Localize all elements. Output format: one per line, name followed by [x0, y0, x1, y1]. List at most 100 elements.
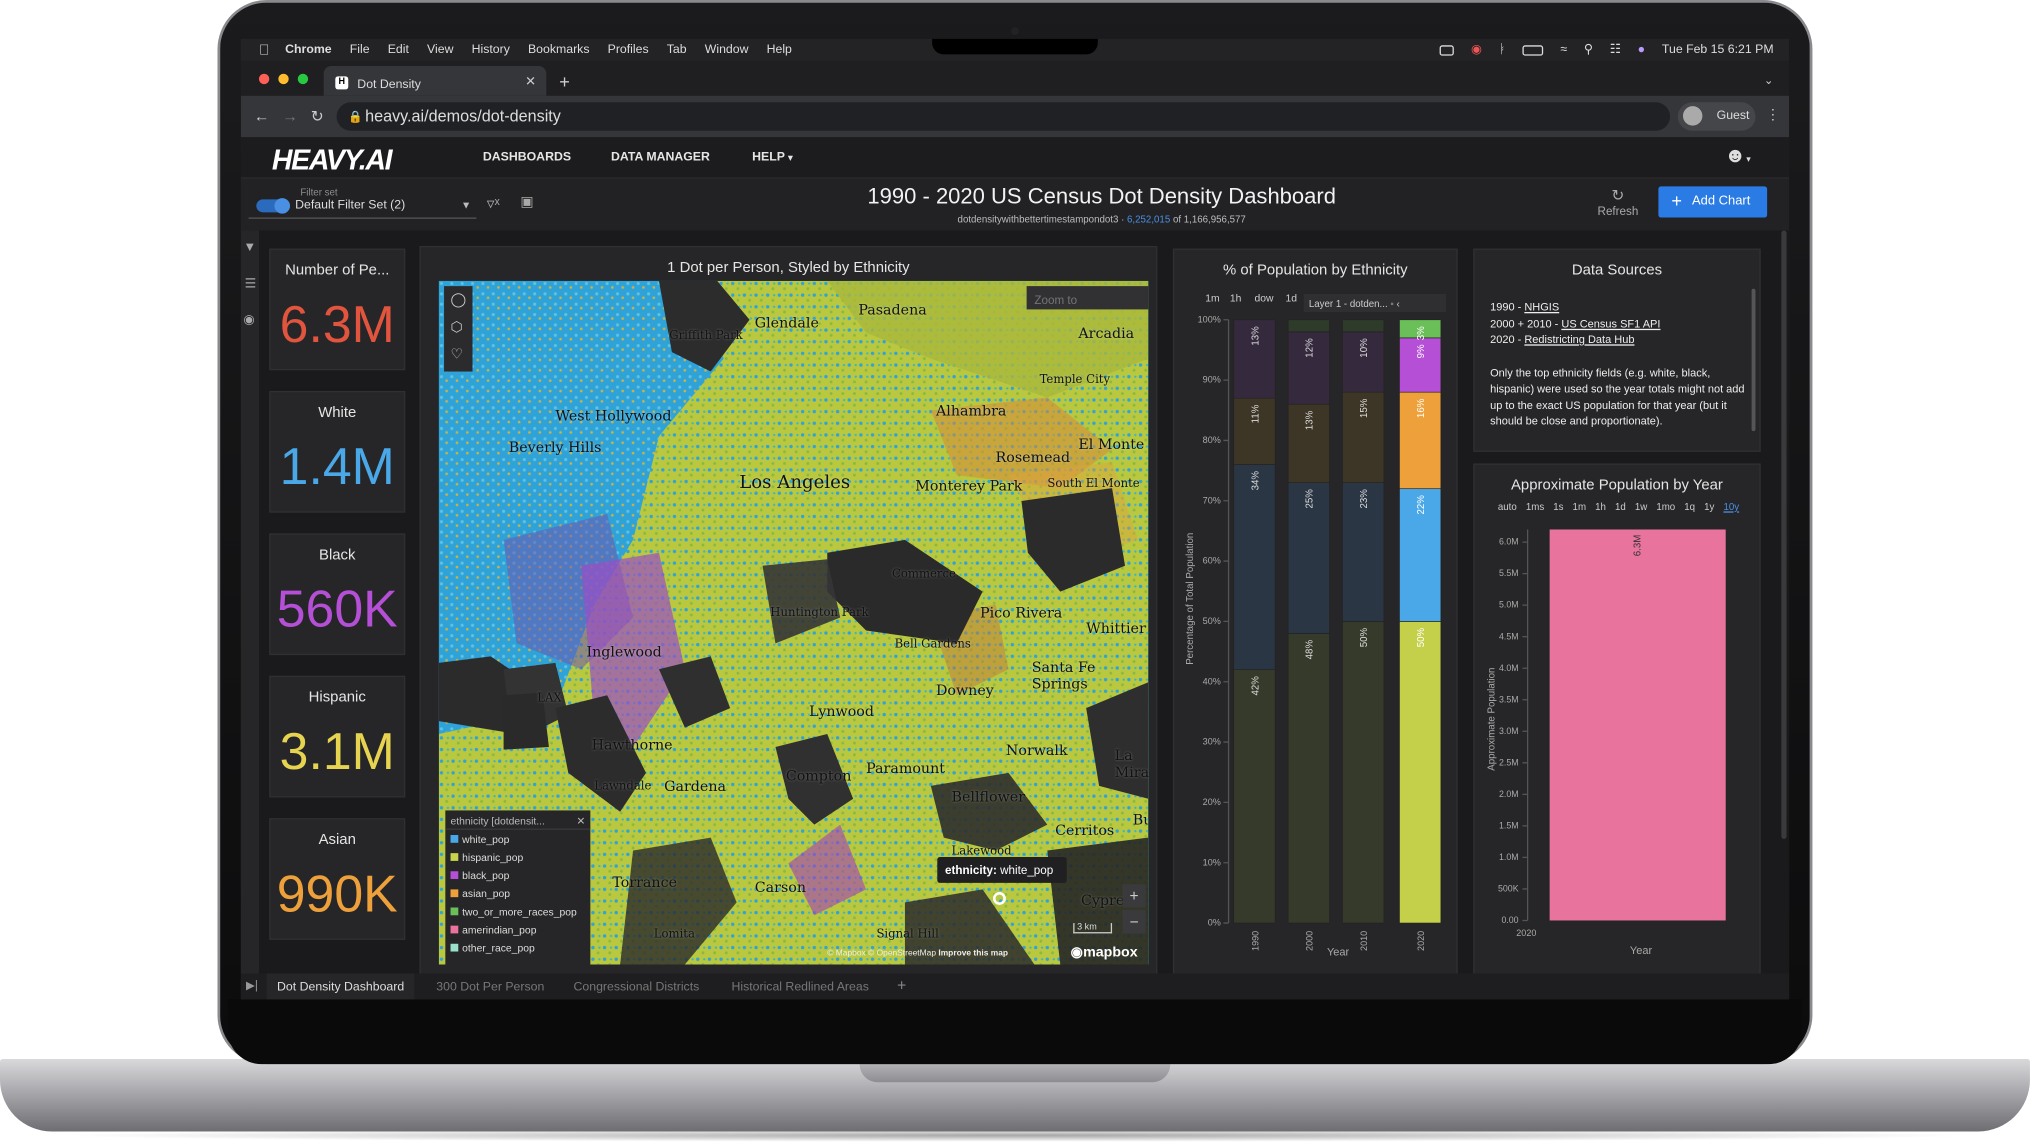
- menu-app-name[interactable]: Chrome: [285, 43, 331, 57]
- legend-item[interactable]: hispanic_pop: [445, 848, 590, 866]
- time-interval-button[interactable]: dow: [1254, 293, 1273, 305]
- nav-dashboards[interactable]: DASHBOARDS: [483, 150, 571, 164]
- bluetooth-icon[interactable]: ᛓ: [1499, 43, 1506, 57]
- maximize-window-button[interactable]: [297, 73, 309, 85]
- map-legend[interactable]: ethnicity [dotdensit... ✕ white_pop hispan…: [445, 810, 591, 965]
- nhgis-link[interactable]: NHGIS: [1524, 300, 1559, 313]
- filter-set-toggle[interactable]: [256, 198, 290, 214]
- time-interval-button[interactable]: 1h: [1230, 293, 1242, 305]
- tab-search-chevron-icon[interactable]: ⌄: [1764, 74, 1774, 88]
- clock[interactable]: Tue Feb 15 6:21 PM: [1662, 43, 1774, 57]
- scrollbar[interactable]: [1751, 288, 1756, 432]
- menu-bookmarks[interactable]: Bookmarks: [528, 43, 590, 57]
- bar-segment[interactable]: [1399, 621, 1442, 924]
- kpi-white[interactable]: White 1.4M: [269, 390, 406, 513]
- legend-item[interactable]: asian_pop: [445, 884, 590, 902]
- page-scrollbar[interactable]: [1781, 230, 1787, 839]
- filter-set-dropdown[interactable]: Filter set Default Filter Set (2) ▼: [248, 186, 477, 219]
- reload-icon[interactable]: ↻: [311, 107, 324, 125]
- palette-icon[interactable]: ◉: [243, 313, 254, 327]
- back-icon[interactable]: ←: [254, 107, 270, 125]
- bar-segment[interactable]: [1342, 319, 1385, 333]
- heavyai-logo[interactable]: HEAVY.AI: [272, 144, 393, 178]
- pin-icon[interactable]: ▪: [1390, 298, 1393, 310]
- time-interval-button[interactable]: 10y: [1723, 501, 1739, 513]
- control-center-icon[interactable]: ☷: [1610, 43, 1621, 57]
- address-bar[interactable]: 🔒 heavy.ai/demos/dot-density: [336, 102, 1671, 131]
- population-bar[interactable]: [1549, 529, 1726, 921]
- time-interval-button[interactable]: 1mo: [1656, 501, 1675, 513]
- menu-help[interactable]: Help: [767, 43, 792, 57]
- menu-history[interactable]: History: [472, 43, 510, 57]
- apple-icon[interactable]: : [259, 42, 270, 58]
- legend-item[interactable]: white_pop: [445, 830, 590, 848]
- close-legend-icon[interactable]: ✕: [576, 816, 585, 828]
- tab-dot-density-dashboard[interactable]: Dot Density Dashboard: [266, 973, 415, 1000]
- battery-icon[interactable]: [1522, 44, 1544, 56]
- minimize-window-button[interactable]: [278, 73, 289, 85]
- browser-menu-icon[interactable]: ⋮: [1766, 106, 1780, 123]
- tab-congressional-districts[interactable]: Congressional Districts: [563, 974, 709, 1000]
- refresh-button[interactable]: ↻ Refresh: [1598, 186, 1639, 217]
- time-interval-button[interactable]: 1d: [1615, 501, 1626, 513]
- screen-record-icon[interactable]: [1439, 44, 1455, 56]
- zoom-in-button[interactable]: +: [1122, 884, 1146, 908]
- user-menu-icon[interactable]: ☻▾: [1724, 145, 1750, 168]
- bar-segment[interactable]: [1233, 464, 1276, 670]
- wifi-icon[interactable]: ≈: [1560, 43, 1567, 57]
- add-tab-icon[interactable]: +: [897, 976, 906, 994]
- kpi-black[interactable]: Black 560K: [269, 533, 406, 656]
- new-tab-icon[interactable]: +: [559, 71, 570, 92]
- nav-help[interactable]: HELP ▾: [752, 150, 793, 164]
- add-chart-button[interactable]: + Add Chart: [1658, 186, 1768, 218]
- bar-segment[interactable]: [1287, 633, 1330, 924]
- collapse-sidebar-icon[interactable]: ▶|: [246, 979, 258, 993]
- bar-segment[interactable]: [1342, 621, 1385, 924]
- collapse-icon[interactable]: ‹: [1397, 298, 1400, 310]
- circle-select-icon[interactable]: ◯: [451, 291, 467, 309]
- profile-button[interactable]: Guest: [1677, 102, 1756, 131]
- clear-filter-icon[interactable]: ▿ˣ: [487, 194, 500, 212]
- dot-density-map[interactable]: Glendale Pasadena Griffith Park Arcadia Temp…: [438, 280, 1149, 965]
- dashboard-title[interactable]: 1990 - 2020 US Census Dot Density Dashbo…: [797, 184, 1405, 210]
- close-tab-icon[interactable]: ✕: [525, 75, 536, 89]
- time-interval-button[interactable]: 1m: [1205, 293, 1219, 305]
- close-window-button[interactable]: [258, 73, 270, 85]
- menu-edit[interactable]: Edit: [388, 43, 409, 57]
- time-interval-button[interactable]: 1q: [1684, 501, 1695, 513]
- sliders-icon[interactable]: ☰: [245, 277, 257, 291]
- redistricting-hub-link[interactable]: Redistricting Data Hub: [1524, 333, 1634, 346]
- time-interval-button[interactable]: 1s: [1553, 501, 1563, 513]
- legend-item[interactable]: two_or_more_races_pop: [445, 902, 590, 920]
- menu-profiles[interactable]: Profiles: [608, 43, 649, 57]
- filter-icon[interactable]: ▼: [243, 241, 256, 255]
- time-interval-button[interactable]: 1y: [1704, 501, 1714, 513]
- legend-item[interactable]: other_race_pop: [445, 939, 590, 957]
- zoom-to-input[interactable]: [1026, 286, 1149, 310]
- nav-data-manager[interactable]: DATA MANAGER: [611, 150, 710, 164]
- kpi-hispanic[interactable]: Hispanic 3.1M: [269, 675, 406, 798]
- menu-tab[interactable]: Tab: [667, 43, 687, 57]
- bar-segment[interactable]: [1287, 319, 1330, 333]
- legend-item[interactable]: amerindian_pop: [445, 920, 590, 938]
- lock-icon[interactable]: 🔒: [348, 110, 363, 124]
- annotation-icon[interactable]: ▣: [520, 193, 533, 210]
- zoom-out-button[interactable]: −: [1122, 910, 1146, 934]
- time-interval-button[interactable]: 1d: [1286, 293, 1298, 305]
- tab-300-dot-per-person[interactable]: 300 Dot Per Person: [426, 974, 555, 1000]
- time-interval-button[interactable]: auto: [1498, 501, 1517, 513]
- tab-historical-redlined-areas[interactable]: Historical Redlined Areas: [721, 974, 879, 1000]
- polygon-select-icon[interactable]: ⬡: [451, 318, 463, 336]
- kpi-number-of-people[interactable]: Number of Pe... 6.3M: [269, 248, 406, 371]
- siri-icon[interactable]: ●: [1638, 43, 1645, 57]
- mapbox-logo[interactable]: ◉mapbox: [1071, 944, 1138, 961]
- menu-file[interactable]: File: [350, 43, 370, 57]
- menu-window[interactable]: Window: [705, 43, 749, 57]
- census-sf1-link[interactable]: US Census SF1 API: [1561, 317, 1660, 330]
- bar-segment[interactable]: [1233, 669, 1276, 924]
- spotlight-search-icon[interactable]: ⚲: [1584, 43, 1593, 57]
- lasso-select-icon[interactable]: ♡: [451, 346, 464, 363]
- stacked-bar-chart[interactable]: 0% 10% 20% 30% 40% 50% 60% 70% 80% 90% 100% 42% 34% 1…: [1174, 312, 1459, 959]
- time-interval-button[interactable]: 1w: [1635, 501, 1647, 513]
- browser-tab[interactable]: H Dot Density ✕: [323, 66, 547, 96]
